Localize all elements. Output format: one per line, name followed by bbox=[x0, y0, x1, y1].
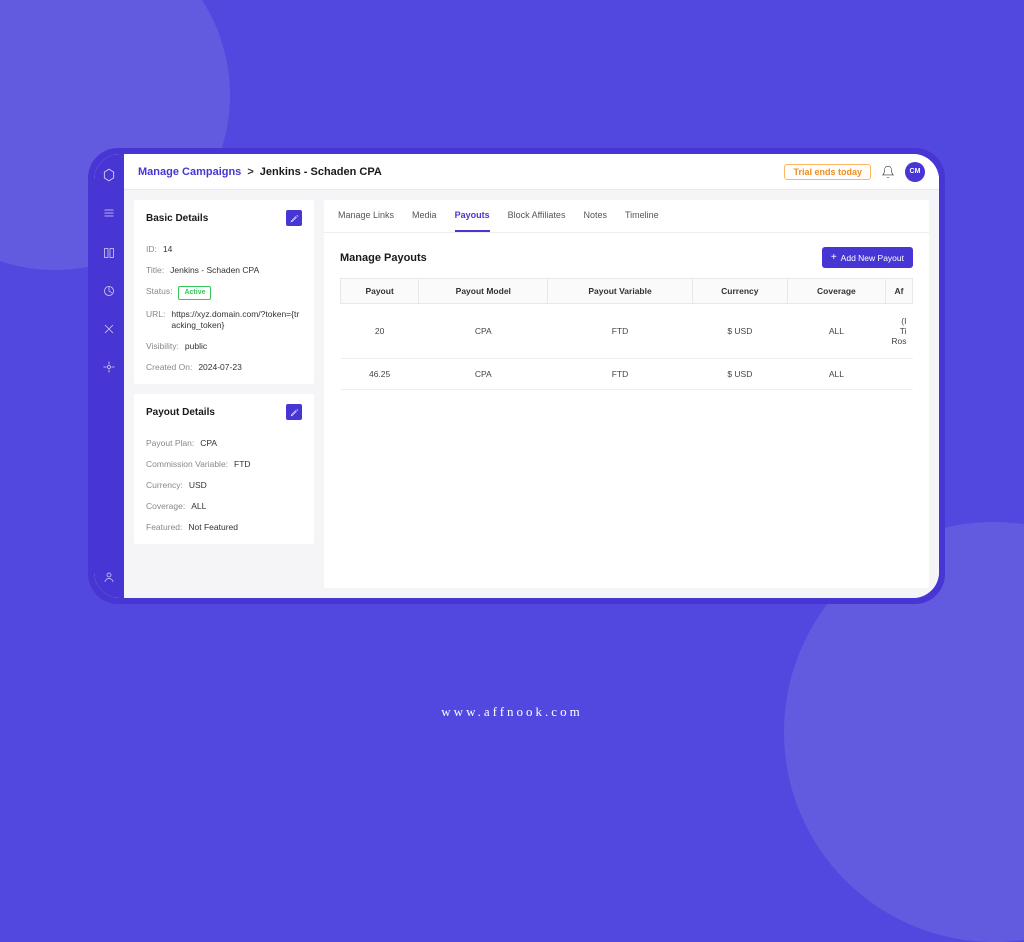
edit-basic-button[interactable] bbox=[286, 210, 302, 226]
tab-block-affiliates[interactable]: Block Affiliates bbox=[508, 200, 566, 232]
user-icon[interactable] bbox=[102, 570, 116, 584]
tabs: Manage Links Media Payouts Block Affilia… bbox=[324, 200, 929, 233]
menu-icon[interactable] bbox=[102, 206, 116, 220]
top-header: Manage Campaigns > Jenkins - Schaden CPA… bbox=[124, 154, 939, 190]
info-row-currency: Currency: USD bbox=[146, 480, 302, 492]
section-title: Manage Payouts bbox=[340, 252, 427, 264]
payouts-table-wrapper: Payout Payout Model Payout Variable Curr… bbox=[324, 278, 929, 390]
info-row-url: URL: https://xyz.domain.com/?token={trac… bbox=[146, 309, 302, 333]
tab-timeline[interactable]: Timeline bbox=[625, 200, 659, 232]
tab-notes[interactable]: Notes bbox=[583, 200, 607, 232]
sidebar bbox=[94, 154, 124, 598]
left-column: Basic Details ID: 14 Title: Jenkins - Sc… bbox=[134, 200, 314, 588]
bell-icon[interactable] bbox=[881, 165, 895, 179]
chart-icon[interactable] bbox=[102, 284, 116, 298]
basic-details-title: Basic Details bbox=[146, 213, 208, 224]
tab-payouts[interactable]: Payouts bbox=[455, 200, 490, 232]
basic-details-card: Basic Details ID: 14 Title: Jenkins - Sc… bbox=[134, 200, 314, 384]
app-frame: Manage Campaigns > Jenkins - Schaden CPA… bbox=[88, 148, 945, 604]
col-variable: Payout Variable bbox=[548, 279, 692, 304]
info-row-featured: Featured: Not Featured bbox=[146, 522, 302, 534]
edit-payout-button[interactable] bbox=[286, 404, 302, 420]
col-payout: Payout bbox=[341, 279, 419, 304]
col-model: Payout Model bbox=[419, 279, 548, 304]
info-row-created: Created On: 2024-07-23 bbox=[146, 362, 302, 374]
main-area: Basic Details ID: 14 Title: Jenkins - Sc… bbox=[124, 190, 939, 598]
avatar[interactable]: CM bbox=[905, 162, 925, 182]
brand-url: www.affnook.com bbox=[441, 704, 582, 720]
right-panel: Manage Links Media Payouts Block Affilia… bbox=[324, 200, 929, 588]
layout-icon[interactable] bbox=[102, 246, 116, 260]
shuffle-icon[interactable] bbox=[102, 322, 116, 336]
breadcrumb: Manage Campaigns > Jenkins - Schaden CPA bbox=[138, 166, 382, 178]
table-row[interactable]: 46.25 CPA FTD $ USD ALL bbox=[341, 359, 913, 390]
logo-icon[interactable] bbox=[102, 168, 116, 182]
tab-media[interactable]: Media bbox=[412, 200, 437, 232]
trial-badge[interactable]: Trial ends today bbox=[784, 164, 871, 180]
add-payout-button[interactable]: Add New Payout bbox=[822, 247, 913, 268]
info-row-id: ID: 14 bbox=[146, 244, 302, 256]
info-row-coverage: Coverage: ALL bbox=[146, 501, 302, 513]
info-row-status: Status: Active bbox=[146, 286, 302, 300]
status-badge: Active bbox=[178, 286, 211, 300]
col-currency: Currency bbox=[692, 279, 787, 304]
app-window: Manage Campaigns > Jenkins - Schaden CPA… bbox=[94, 154, 939, 598]
payout-details-title: Payout Details bbox=[146, 407, 215, 418]
settings-icon[interactable] bbox=[102, 360, 116, 374]
table-row[interactable]: 20 CPA FTD $ USD ALL (I Ti Ros bbox=[341, 304, 913, 359]
breadcrumb-current: Jenkins - Schaden CPA bbox=[260, 166, 382, 178]
payout-details-card: Payout Details Payout Plan: CPA Commissi… bbox=[134, 394, 314, 543]
col-affiliate: Af bbox=[885, 279, 912, 304]
info-row-plan: Payout Plan: CPA bbox=[146, 438, 302, 450]
info-row-commission: Commission Variable: FTD bbox=[146, 459, 302, 471]
col-coverage: Coverage bbox=[787, 279, 885, 304]
info-row-title: Title: Jenkins - Schaden CPA bbox=[146, 265, 302, 277]
payouts-table: Payout Payout Model Payout Variable Curr… bbox=[340, 278, 913, 390]
info-row-visibility: Visibility: public bbox=[146, 341, 302, 353]
section-header: Manage Payouts Add New Payout bbox=[324, 233, 929, 278]
tab-manage-links[interactable]: Manage Links bbox=[338, 200, 394, 232]
breadcrumb-link[interactable]: Manage Campaigns bbox=[138, 166, 241, 178]
chevron-right-icon: > bbox=[247, 166, 253, 178]
content-area: Manage Campaigns > Jenkins - Schaden CPA… bbox=[124, 154, 939, 598]
